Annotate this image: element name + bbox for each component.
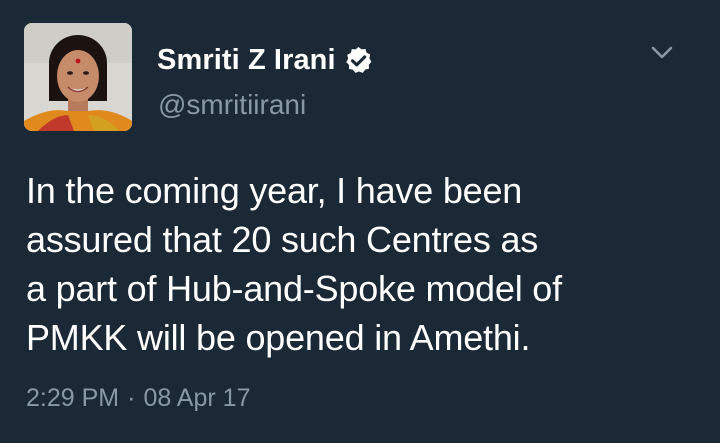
avatar-image (24, 23, 132, 131)
author-handle[interactable]: @smritiirani (158, 89, 306, 121)
tweet-card: Smriti Z Irani @smritiirani In the comin… (0, 0, 720, 443)
meta-separator: · (127, 384, 136, 412)
tweet-time: 2:29 PM (26, 384, 120, 412)
author-row: Smriti Z Irani (157, 40, 374, 80)
verified-badge-icon (343, 45, 374, 76)
tweet-date: 08 Apr 17 (143, 384, 251, 412)
chevron-down-icon[interactable] (648, 42, 676, 64)
tweet-timestamp[interactable]: 2:29 PM · 08 Apr 17 (26, 384, 250, 413)
tweet-text: In the coming year, I have been assured … (26, 170, 562, 358)
display-name[interactable]: Smriti Z Irani (157, 44, 336, 77)
avatar[interactable] (24, 23, 132, 131)
